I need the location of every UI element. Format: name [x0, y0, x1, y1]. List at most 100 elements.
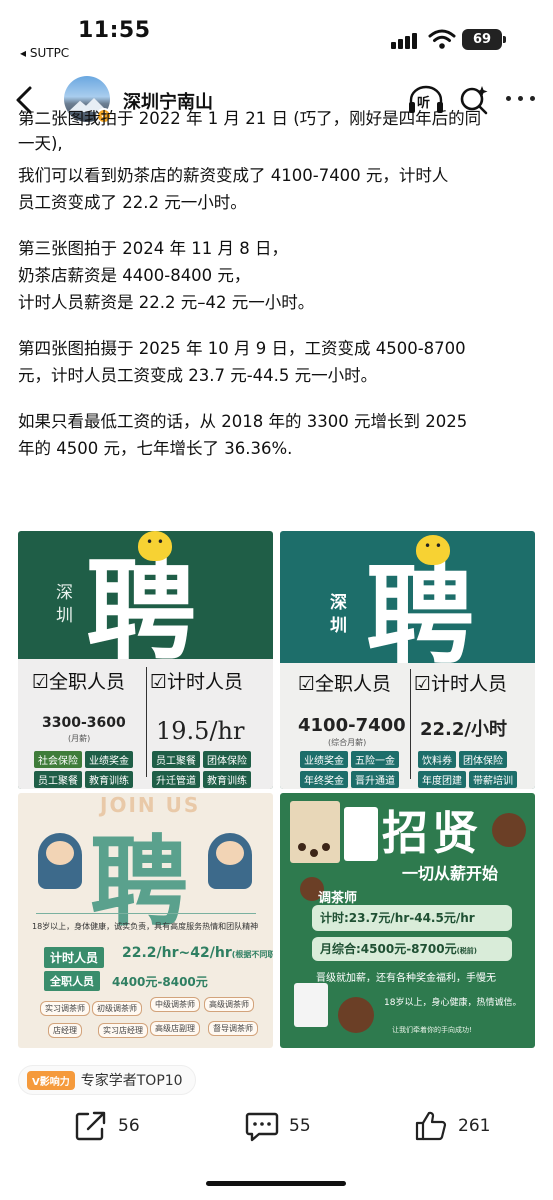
article-line: 一天), [18, 134, 63, 153]
hourly-pay-panel: 计时:23.7元/hr-44.5元/hr [312, 905, 512, 931]
benefit-chip: 团体保险 [459, 751, 507, 768]
poster-info-panel: ☑全职人员 ☑计时人员 3300-3600 (月薪) 19.5/hr 社会保险 … [18, 659, 273, 789]
tapioca-pearl-icon [310, 849, 318, 857]
like-button[interactable]: 261 [414, 1109, 490, 1143]
wifi-icon [428, 29, 456, 49]
parttime-pay: 22.2/hr~42/hr(根据不同职级) [122, 945, 273, 961]
bottom-action-bar: 56 55 261 [0, 1095, 553, 1200]
mascot-face-icon [138, 531, 172, 561]
benefit-chip: 晋升通道 [351, 771, 399, 788]
benefit-chip: 团体保险 [203, 751, 251, 768]
share-icon [75, 1111, 106, 1141]
status-time: 11:55 [78, 18, 151, 43]
barista-illustration-left [38, 833, 82, 889]
image-grid: 深圳 聘 ☑全职人员 ☑计时人员 3300-3600 (月薪) 19.5/hr … [18, 531, 535, 1048]
more-options-icon[interactable] [506, 96, 536, 104]
article-body: 第二张图我拍于 2022 年 1 月 21 日 (巧了，刚好是四年后的同 一天)… [18, 109, 538, 462]
recruitment-poster-2018[interactable]: 深圳 聘 ☑全职人员 ☑计时人员 3300-3600 (月薪) 19.5/hr … [18, 531, 273, 789]
requirement-text: 18岁以上，身心健康，热情诚信。 [384, 998, 522, 1008]
benefit-chip: 年终奖金 [300, 771, 348, 788]
column-divider [146, 667, 147, 777]
article-partial-line: 第二张图我拍于 2022 年 1 月 21 日 (巧了，刚好是四年后的同 [18, 109, 482, 128]
article-line: 如果只看最低工资的话，从 2018 年的 3300 元增长到 2025 [18, 412, 468, 431]
benefit-chip: 升迁管道 [152, 771, 200, 788]
share-count: 56 [118, 1116, 140, 1136]
poster-requirement: 18岁以上，身体健康，诚实负责，具有高度服务热情和团队精神 [32, 922, 259, 931]
benefit-chip: 带薪培训 [469, 771, 517, 788]
benefit-chip: 员工聚餐 [34, 771, 82, 788]
comment-button[interactable]: 55 [245, 1109, 311, 1143]
tapioca-pearl-icon [322, 843, 330, 851]
career-role: 高级调茶师 [204, 997, 254, 1012]
career-role: 中级调茶师 [150, 997, 200, 1012]
benefit-chips: 社会保险 业绩奖金 员工聚餐 教育训练 [34, 751, 144, 788]
career-role: 高级店副理 [150, 1021, 200, 1036]
recruitment-poster-2022[interactable]: 深圳 聘 ☑全职人员 ☑计时人员 4100-7400 (综合月薪) 22.2/小… [280, 531, 535, 789]
career-role: 店经理 [48, 1023, 82, 1038]
recruitment-poster-2025[interactable]: 招贤 一切从薪开始 调茶师 计时:23.7元/hr-44.5元/hr 月综合:4… [280, 793, 535, 1048]
poster-info-panel: ☑全职人员 ☑计时人员 4100-7400 (综合月薪) 22.2/小时 业绩奖… [280, 663, 535, 789]
article-line: 员工资变成了 22.2 元一小时。 [18, 193, 247, 212]
benefit-chip: 教育训练 [203, 771, 251, 788]
benefit-chips: 饮料券 团体保险 年度团建 带薪培训 [418, 751, 532, 788]
article-line: 第三张图拍于 2024 年 11 月 8 日， [18, 239, 288, 258]
career-role: 实习调茶师 [40, 1001, 90, 1016]
fulltime-label: ☑全职人员 [32, 671, 126, 693]
article-gap [18, 389, 538, 408]
benefit-chip: 年度团建 [418, 771, 466, 788]
status-bar: 11:55 ◂ SUTPC 69 [0, 0, 553, 70]
benefit-chip: 业绩奖金 [85, 751, 133, 768]
influence-badge[interactable]: V影响力 专家学者TOP10 [18, 1065, 196, 1095]
article-line: 奶茶店薪资是 4400-8400 元， [18, 266, 251, 285]
parttime-label: 计时人员 [44, 947, 105, 968]
fulltime-pay: 4100-7400 [298, 715, 406, 736]
cellular-signal-icon [391, 31, 421, 49]
article-line: 我们可以看到奶茶店的薪资变成了 4100-7400 元，计时人 [18, 166, 449, 185]
career-role: 初级调茶师 [92, 1001, 142, 1016]
career-role: 督导调茶师 [208, 1021, 258, 1036]
recruitment-poster-2024[interactable]: JOIN US 聘 18岁以上，身体健康，诚实负责，具有高度服务热情和团队精神 … [18, 793, 273, 1048]
parttime-label: ☑计时人员 [414, 673, 508, 695]
benefit-chip: 社会保险 [34, 751, 82, 768]
parttime-pay: 19.5/hr [156, 717, 245, 745]
article-gap [18, 216, 538, 235]
career-role: 实习店经理 [98, 1023, 148, 1038]
benefit-chip: 员工聚餐 [152, 751, 200, 768]
drink-mascot-illustration [294, 983, 328, 1027]
tapioca-pearl-icon [298, 843, 306, 851]
influence-logo: V影响力 [27, 1070, 75, 1090]
badge-text: 专家学者TOP10 [80, 1073, 183, 1089]
fulltime-pay-note: (月薪) [68, 734, 91, 743]
poster-title: 招贤 [382, 806, 482, 860]
parttime-pay: 22.2/小时 [420, 719, 507, 740]
benefit-chip: 业绩奖金 [300, 751, 348, 768]
share-button[interactable]: 56 [74, 1109, 140, 1143]
fulltime-pay-note: (综合月薪) [328, 738, 367, 747]
role-label: 调茶师 [318, 891, 358, 906]
boba-cup-illustration [338, 997, 374, 1033]
battery-indicator: 69 [462, 29, 506, 50]
parttime-label: ☑计时人员 [150, 671, 244, 693]
back-to-app-label[interactable]: ◂ SUTPC [20, 46, 69, 60]
fulltime-label: 全职人员 [44, 971, 100, 991]
column-divider [410, 669, 411, 779]
benefit-chips: 员工聚餐 团体保险 升迁管道 教育训练 [152, 751, 270, 788]
comment-icon [245, 1112, 279, 1142]
article-gap [18, 316, 538, 335]
poster-footer: 让我们牵着你的手向成功! [392, 1026, 472, 1034]
like-count: 261 [458, 1116, 491, 1136]
benefit-chip: 教育训练 [85, 771, 133, 788]
thumbs-up-icon [415, 1111, 447, 1141]
home-indicator [206, 1181, 346, 1186]
benefit-chip: 饮料券 [418, 751, 456, 768]
barista-illustration-right [208, 833, 252, 889]
fulltime-pay: 4400元-8400元 [112, 975, 208, 989]
fulltime-pay: 3300-3600 [42, 715, 126, 731]
poster-city: 深圳 [326, 593, 346, 639]
fulltime-label: ☑全职人员 [298, 673, 392, 695]
article-line: 计时人员薪资是 22.2 元–42 元一小时。 [18, 293, 315, 312]
benefits-text: 晋级就加薪，还有各种奖金福利，手慢无 [316, 973, 496, 984]
monthly-pay-panel: 月综合:4500元-8700元(税前) [312, 937, 512, 961]
article-line: 元，计时人员工资变成 23.7 元-44.5 元一小时。 [18, 366, 378, 385]
drink-mascot-illustration [344, 807, 378, 861]
